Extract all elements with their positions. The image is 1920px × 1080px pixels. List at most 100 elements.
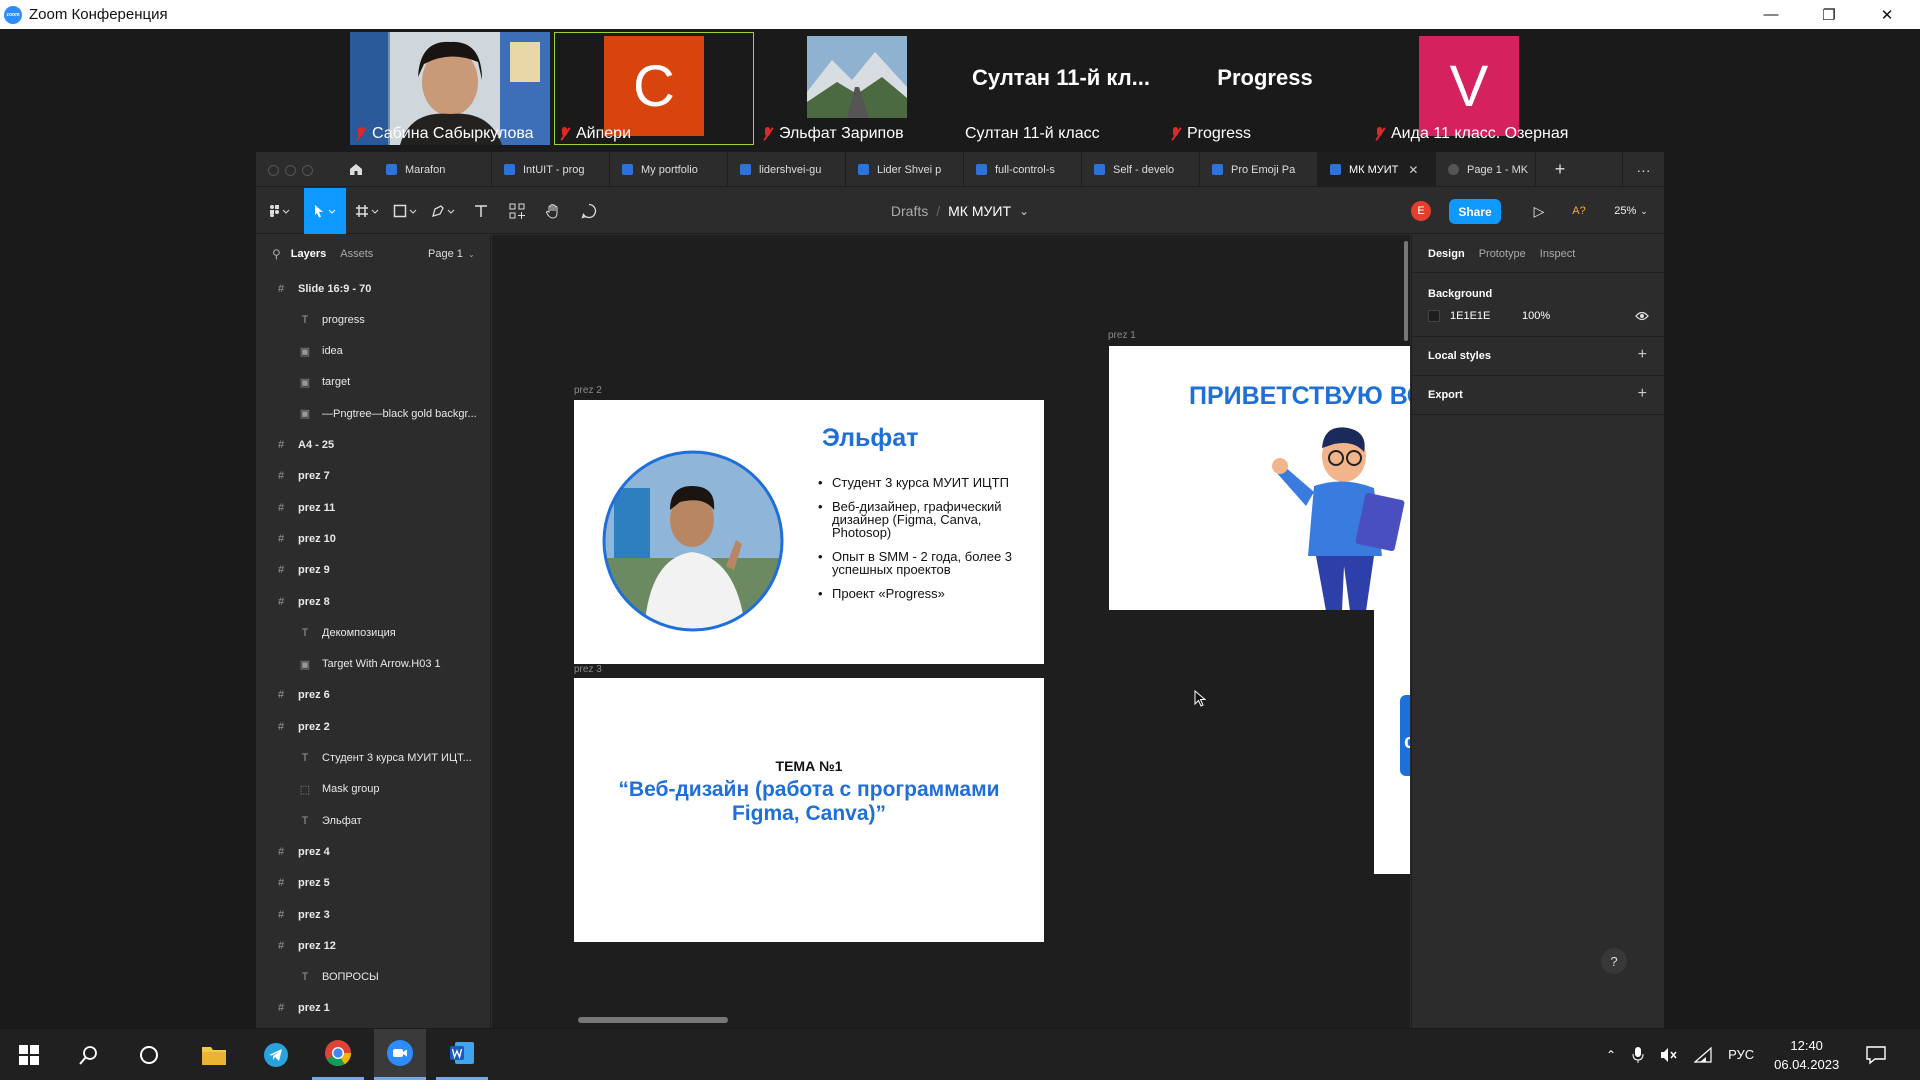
missing-fonts-icon[interactable]: A? — [1566, 188, 1592, 234]
wifi-icon[interactable] — [1694, 1046, 1712, 1063]
layer-row[interactable]: ▣ Target With Arrow.H03 1 — [256, 649, 491, 680]
clock[interactable]: 12:40 06.04.2023 — [1774, 1036, 1839, 1074]
comment-tool[interactable] — [572, 188, 606, 234]
tab-intuit[interactable]: IntUIT - prog — [492, 152, 610, 187]
chrome-button[interactable] — [312, 1029, 364, 1080]
notifications-icon[interactable] — [1865, 1045, 1887, 1065]
file-name[interactable]: МК МУИТ — [948, 203, 1011, 219]
search-icon[interactable]: ⚲ — [272, 247, 281, 261]
color-swatch[interactable] — [1428, 310, 1440, 322]
minimize-button[interactable]: — — [1742, 0, 1800, 29]
participant-tile-6[interactable]: V Аида 11 класс. Озерная — [1369, 32, 1569, 145]
language-indicator[interactable]: РУС — [1728, 1047, 1754, 1062]
slide-prez1[interactable]: ПРИВЕТСТВУЮ ВСЕХ — [1109, 346, 1410, 610]
horizontal-scrollbar[interactable] — [578, 1017, 728, 1023]
zoom-app-button[interactable] — [374, 1029, 426, 1080]
tab-lidershvei[interactable]: lidershvei-gu — [728, 152, 846, 187]
close-window-button[interactable]: ✕ — [1858, 0, 1916, 29]
shape-tool[interactable] — [388, 188, 424, 234]
slide-prez3[interactable]: ТЕМА №1 “Веб-дизайн (работа с программам… — [574, 678, 1044, 942]
close-tab-icon[interactable]: ✕ — [1408, 163, 1418, 177]
layer-row[interactable]: # prez 10 — [256, 523, 491, 554]
participant-tile-3[interactable]: Эльфат Зарипов — [757, 32, 957, 145]
layer-row[interactable]: T Декомпозиция — [256, 617, 491, 648]
hand-tool[interactable] — [536, 188, 570, 234]
layer-row[interactable]: ▣ —Pngtree—black gold backgr... — [256, 398, 491, 429]
breadcrumb-drafts[interactable]: Drafts — [891, 203, 928, 219]
layer-row[interactable]: # prez 7 — [256, 461, 491, 492]
layer-row[interactable]: T ВОПРОСЫ — [256, 962, 491, 993]
file-explorer-button[interactable] — [188, 1029, 240, 1080]
resources-tool[interactable] — [500, 188, 534, 234]
new-tab-button[interactable]: + — [1536, 152, 1584, 187]
layer-row[interactable]: # Slide 16:9 - 70 — [256, 273, 491, 304]
layer-row[interactable]: # prez 6 — [256, 680, 491, 711]
tab-my-portfolio[interactable]: My portfolio — [610, 152, 728, 187]
tab-design[interactable]: Design — [1428, 248, 1465, 260]
layer-row[interactable]: Tprogress — [256, 304, 491, 335]
participant-tile-2[interactable]: С Айпери — [554, 32, 754, 145]
tab-prototype[interactable]: Prototype — [1479, 248, 1526, 260]
frame-tool[interactable] — [350, 188, 386, 234]
layer-row[interactable]: # prez 12 — [256, 930, 491, 961]
layer-row[interactable]: # prez 2 — [256, 711, 491, 742]
frame-label-prez1[interactable]: prez 1 — [1108, 330, 1136, 341]
layer-row[interactable]: ▣ idea — [256, 336, 491, 367]
home-tab[interactable] — [338, 152, 374, 187]
more-options-button[interactable]: ··· — [1622, 152, 1664, 187]
cortana-button[interactable] — [124, 1029, 174, 1080]
frame-label-prez3[interactable]: prez 3 — [574, 664, 602, 675]
tab-page-1[interactable]: Page 1 - MK — [1436, 152, 1536, 187]
layer-row[interactable]: ⬚ Mask group — [256, 774, 491, 805]
page-selector[interactable]: Page 1 — [428, 248, 463, 260]
participant-tile-1[interactable]: Сабина Сабыркулова — [350, 32, 550, 145]
layer-row[interactable]: # prez 5 — [256, 868, 491, 899]
layer-row[interactable]: T Эльфат — [256, 805, 491, 836]
frame-label-prez2[interactable]: prez 2 — [574, 385, 602, 396]
tab-mk-muit[interactable]: МК МУИТ ✕ — [1318, 152, 1436, 187]
tab-full-control[interactable]: full-control-s — [964, 152, 1082, 187]
layer-row[interactable]: # prez 1 — [256, 993, 491, 1024]
background-hex[interactable]: 1E1E1E — [1450, 310, 1490, 322]
present-play-icon[interactable]: ▷ — [1526, 188, 1552, 234]
eye-icon[interactable] — [1635, 311, 1649, 321]
tab-inspect[interactable]: Inspect — [1540, 248, 1575, 260]
layer-row[interactable]: # prez 9 — [256, 555, 491, 586]
user-avatar[interactable]: E — [1411, 201, 1431, 221]
chevron-down-icon[interactable]: ⌄ — [1019, 204, 1029, 218]
tab-self-develop[interactable]: Self - develo — [1082, 152, 1200, 187]
restore-button[interactable]: ❐ — [1800, 0, 1858, 29]
microphone-icon[interactable] — [1632, 1046, 1644, 1064]
share-button[interactable]: Share — [1449, 199, 1501, 224]
text-tool[interactable] — [464, 188, 498, 234]
help-button[interactable]: ? — [1601, 948, 1627, 974]
layer-row[interactable]: # prez 8 — [256, 586, 491, 617]
participant-tile-5[interactable]: Progress Progress — [1165, 32, 1365, 145]
pen-tool[interactable] — [426, 188, 462, 234]
zoom-level-dropdown[interactable]: 25% ⌄ — [1608, 188, 1654, 234]
volume-muted-icon[interactable] — [1660, 1047, 1678, 1063]
layer-row[interactable]: # A4 - 25 — [256, 430, 491, 461]
layer-row[interactable]: # prez 11 — [256, 492, 491, 523]
layer-row[interactable]: # prez 4 — [256, 836, 491, 867]
layer-row[interactable]: # prez 3 — [256, 899, 491, 930]
tab-layers[interactable]: Layers — [291, 248, 326, 260]
background-opacity[interactable]: 100% — [1522, 310, 1550, 322]
add-export-icon[interactable]: + — [1638, 385, 1647, 403]
main-menu-button[interactable] — [262, 188, 298, 234]
vertical-scrollbar[interactable] — [1404, 241, 1408, 341]
search-button[interactable] — [64, 1029, 114, 1080]
move-tool[interactable] — [304, 188, 346, 234]
add-style-icon[interactable]: + — [1638, 346, 1647, 364]
word-button[interactable] — [436, 1029, 488, 1080]
show-hidden-icons[interactable]: ⌃ — [1606, 1048, 1616, 1062]
telegram-button[interactable] — [250, 1029, 302, 1080]
participant-tile-4[interactable]: Султан 11-й кл... Султан 11-й класс — [961, 32, 1161, 145]
layer-row[interactable]: T Студент 3 курса МУИТ ИЦТ... — [256, 743, 491, 774]
slide-prez2[interactable]: Эльфат • Студент 3 курса МУИТ ИЦТП • Веб-д… — [574, 400, 1044, 664]
tab-lider-shvei[interactable]: Lider Shvei p — [846, 152, 964, 187]
tab-marafon[interactable]: Marafon — [374, 152, 492, 187]
start-button[interactable] — [0, 1029, 58, 1080]
layer-row[interactable]: ▣ target — [256, 367, 491, 398]
canvas[interactable]: prez 1 ПРИВЕТСТВУЮ ВСЕХ стест prez 2 — [492, 235, 1410, 1028]
